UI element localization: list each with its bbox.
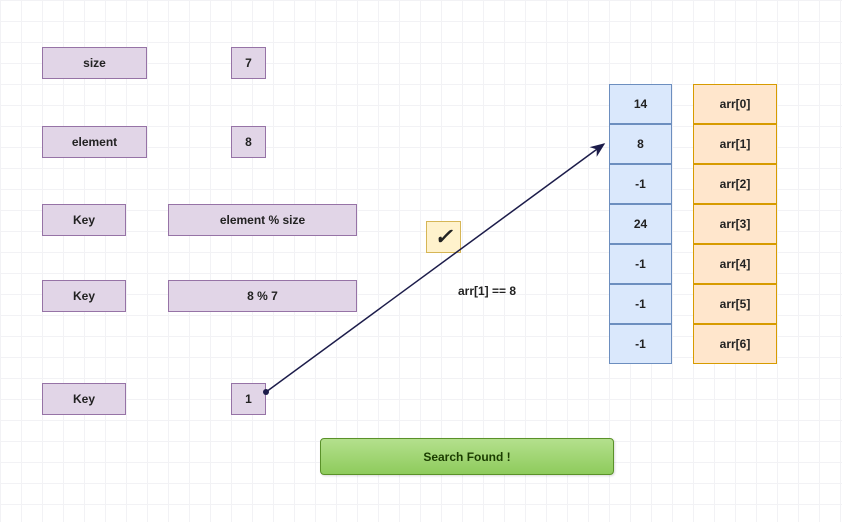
array-value-5: -1 [635,297,646,311]
array-cell-4: -1 [609,244,672,284]
array-name-cell-1: arr[1] [693,124,777,164]
array-name-cell-0: arr[0] [693,84,777,124]
array-name-cell-2: arr[2] [693,164,777,204]
checkmark-box: ✓ [426,221,461,253]
result-banner: Search Found ! [320,438,614,475]
array-name-cell-6: arr[6] [693,324,777,364]
key-label-2: Key [73,289,95,303]
array-name-0: arr[0] [720,97,751,111]
formula-text: element % size [220,213,305,227]
key-value: 1 [245,392,252,406]
array-name-cell-5: arr[5] [693,284,777,324]
array-value-1: 8 [637,137,644,151]
formula-box: element % size [168,204,357,236]
result-text: Search Found ! [423,450,510,464]
condition-text: arr[1] == 8 [458,284,516,298]
array-cell-0: 14 [609,84,672,124]
element-value: 8 [245,135,252,149]
array-name-cell-4: arr[4] [693,244,777,284]
array-value-3: 24 [634,217,647,231]
element-label: element [72,135,117,149]
key-label-1: Key [73,213,95,227]
checkmark-icon: ✓ [434,224,452,250]
size-label-box: size [42,47,147,79]
size-value-box: 7 [231,47,266,79]
array-name-5: arr[5] [720,297,751,311]
size-value: 7 [245,56,252,70]
calc-text: 8 % 7 [247,289,278,303]
array-value-2: -1 [635,177,646,191]
array-name-3: arr[3] [720,217,751,231]
array-name-4: arr[4] [720,257,751,271]
array-cell-3: 24 [609,204,672,244]
key-label-3: Key [73,392,95,406]
array-name-1: arr[1] [720,137,751,151]
element-value-box: 8 [231,126,266,158]
key-value-box: 1 [231,383,266,415]
array-value-0: 14 [634,97,647,111]
array-cell-1: 8 [609,124,672,164]
array-value-6: -1 [635,337,646,351]
element-label-box: element [42,126,147,158]
array-cell-5: -1 [609,284,672,324]
array-cell-2: -1 [609,164,672,204]
array-cell-6: -1 [609,324,672,364]
key-label-1-box: Key [42,204,126,236]
key-label-3-box: Key [42,383,126,415]
array-name-6: arr[6] [720,337,751,351]
array-name-2: arr[2] [720,177,751,191]
key-label-2-box: Key [42,280,126,312]
array-value-4: -1 [635,257,646,271]
calc-box: 8 % 7 [168,280,357,312]
size-label: size [83,56,106,70]
array-name-cell-3: arr[3] [693,204,777,244]
